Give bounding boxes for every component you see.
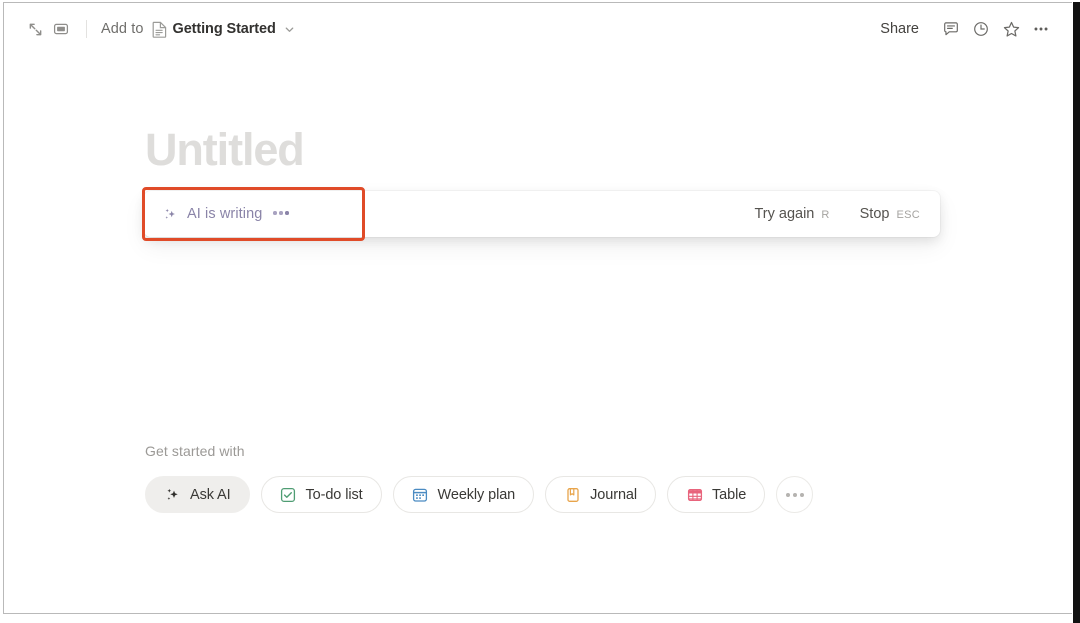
get-started-label: Get started with — [145, 443, 245, 459]
window-bottom-edge — [0, 615, 1073, 623]
ai-status: AI is writing — [163, 206, 289, 222]
star-icon[interactable] — [998, 16, 1024, 42]
try-again-shortcut: R — [821, 209, 829, 221]
checkbox-checked-icon — [280, 486, 297, 503]
chip-label: Table — [712, 487, 746, 503]
clock-history-icon[interactable] — [968, 16, 994, 42]
calendar-icon — [412, 486, 429, 503]
more-options-icon[interactable] — [776, 476, 813, 513]
stop-shortcut: ESC — [896, 209, 920, 221]
chevron-down-icon[interactable] — [284, 24, 295, 35]
top-toolbar: Add to Getting Started Share — [4, 3, 1072, 55]
stop-button[interactable]: Stop ESC — [856, 203, 924, 225]
chip-label: Journal — [590, 487, 637, 503]
chip-label: To-do list — [306, 487, 363, 503]
page-content: Untitled AI is writing Try again R — [4, 55, 1072, 614]
ai-sparkle-icon — [164, 486, 181, 503]
expand-arrows-icon[interactable] — [22, 16, 48, 42]
ai-status-text: AI is writing — [187, 206, 262, 222]
ai-bar-actions: Try again R Stop ESC — [750, 203, 924, 225]
table-grid-icon — [686, 486, 703, 503]
book-icon — [564, 486, 581, 503]
chip-journal[interactable]: Journal — [545, 476, 656, 513]
window-right-edge — [1073, 2, 1080, 623]
stop-label: Stop — [860, 206, 890, 222]
get-started-chip-row: Ask AI To-do list — [145, 476, 813, 513]
comment-bubble-icon[interactable] — [938, 16, 964, 42]
toolbar-right-group: Share — [871, 16, 1054, 42]
ai-writing-bar: AI is writing Try again R Stop ESC — [144, 191, 940, 237]
chip-to-do-list[interactable]: To-do list — [261, 476, 382, 513]
app-window: Add to Getting Started Share — [3, 2, 1072, 614]
loading-dots-icon — [273, 211, 289, 215]
chip-label: Weekly plan — [438, 487, 516, 503]
add-to-label: Add to — [101, 21, 144, 37]
chip-weekly-plan[interactable]: Weekly plan — [393, 476, 535, 513]
try-again-label: Try again — [754, 206, 814, 222]
breadcrumb-document[interactable]: Getting Started — [152, 21, 295, 38]
chip-ask-ai[interactable]: Ask AI — [145, 476, 250, 513]
chip-label: Ask AI — [190, 487, 231, 503]
toolbar-divider — [86, 20, 87, 38]
try-again-button[interactable]: Try again R — [750, 203, 833, 225]
sidebar-panel-icon[interactable] — [48, 16, 74, 42]
document-name: Getting Started — [173, 21, 276, 37]
chip-table[interactable]: Table — [667, 476, 765, 513]
more-horizontal-icon[interactable] — [1028, 16, 1054, 42]
ai-sparkle-icon — [163, 207, 178, 222]
document-page-icon — [152, 21, 167, 38]
page-title-placeholder[interactable]: Untitled — [145, 127, 304, 172]
toolbar-left-group: Add to Getting Started — [22, 16, 295, 42]
share-button[interactable]: Share — [871, 16, 928, 42]
